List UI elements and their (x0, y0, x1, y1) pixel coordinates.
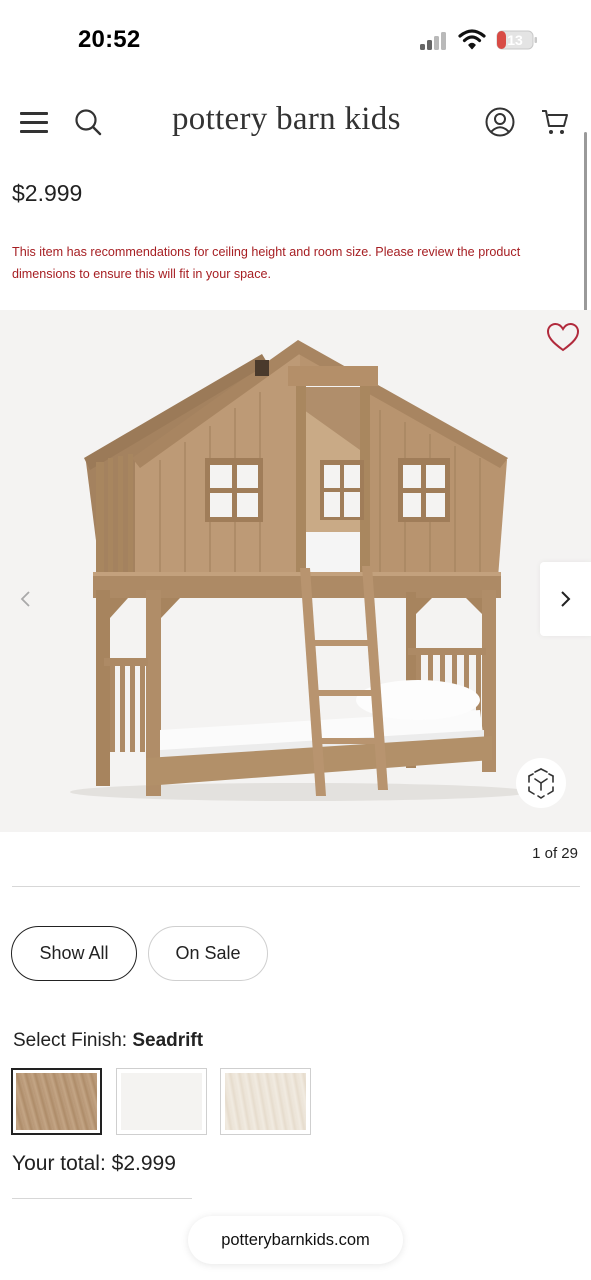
total-label: Your total: (12, 1152, 106, 1175)
finish-selected-value: Seadrift (132, 1030, 204, 1051)
product-image (70, 340, 530, 801)
search-icon[interactable] (73, 107, 103, 137)
account-icon[interactable] (484, 106, 516, 138)
ceiling-warning: This item has recommendations for ceilin… (12, 245, 521, 281)
favorite-heart-icon[interactable] (546, 322, 580, 354)
total-divider (12, 1198, 192, 1199)
total-value: $2.999 (111, 1152, 176, 1175)
finish-swatch-white[interactable] (116, 1068, 207, 1135)
status-time: 20:52 (78, 26, 141, 53)
browser-url-bar[interactable]: potterybarnkids.com (188, 1216, 403, 1264)
section-divider (12, 886, 580, 887)
site-logo[interactable]: pottery barn kids (172, 101, 401, 138)
site-header: pottery barn kids (0, 95, 591, 150)
swatch-seadrift-fill (16, 1073, 97, 1130)
chevron-right-icon (561, 591, 571, 607)
on-sale-button[interactable]: On Sale (148, 926, 268, 981)
status-bar: 20:52 13 (0, 0, 591, 80)
product-price: $2.999 (12, 180, 83, 206)
finish-swatch-seadrift[interactable] (11, 1068, 102, 1135)
3d-cube-icon (528, 768, 554, 799)
menu-icon[interactable] (20, 110, 50, 136)
your-total: Your total: $2.999 (12, 1152, 176, 1176)
page-scrollbar[interactable] (584, 132, 587, 328)
swatch-whitewash-fill (225, 1073, 306, 1130)
swatch-white-fill (121, 1073, 202, 1130)
battery-icon: 13 (496, 30, 538, 50)
finish-label: Select Finish: Seadrift (13, 1030, 203, 1052)
wifi-icon (458, 29, 486, 50)
gallery-counter: 1 of 29 (532, 845, 578, 862)
gallery-prev-arrow-icon[interactable] (10, 582, 40, 616)
cart-icon[interactable] (540, 107, 570, 137)
gallery-next-button[interactable] (540, 562, 591, 636)
battery-level: 13 (507, 32, 523, 48)
cellular-signal-icon (420, 30, 450, 50)
finish-label-text: Select Finish: (13, 1030, 128, 1051)
finish-swatch-whitewash[interactable] (220, 1068, 311, 1135)
show-all-button[interactable]: Show All (11, 926, 137, 981)
view-in-room-button[interactable] (516, 758, 566, 808)
product-gallery[interactable] (0, 310, 591, 832)
